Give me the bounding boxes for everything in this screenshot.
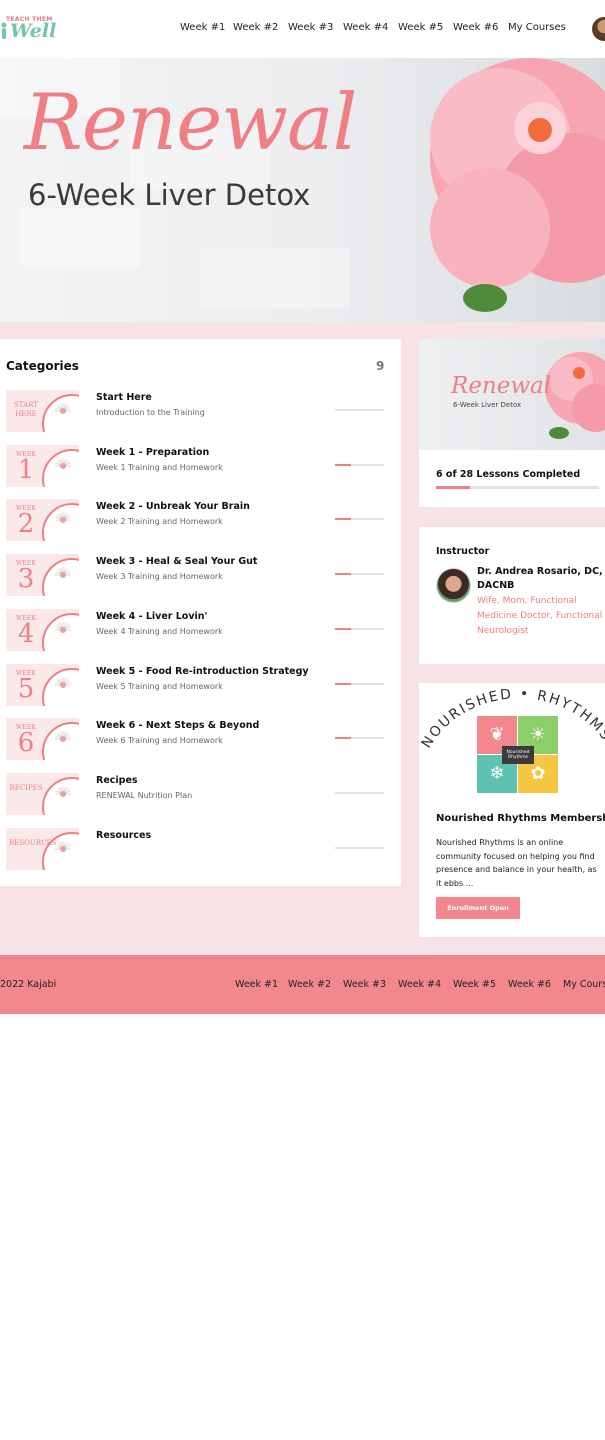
category-description: RENEWAL Nutrition Plan — [96, 790, 193, 800]
membership-logo-label: Nourished Rhythms — [502, 746, 534, 764]
category-row[interactable]: START HERE Start Here Introduction to the … — [6, 390, 396, 434]
category-progress-bar — [335, 791, 384, 794]
nav-week-1[interactable]: Week #1 — [180, 22, 225, 33]
course-image-title: Renewal — [451, 373, 552, 399]
category-progress-bar — [335, 463, 384, 466]
sunburst-icon — [55, 512, 71, 524]
category-thumbnail: WEEK 2 — [6, 499, 79, 542]
category-description: Introduction to the Training — [96, 408, 205, 417]
site-logo[interactable]: TEACH THEM Well — [0, 14, 60, 44]
user-avatar[interactable] — [592, 17, 605, 41]
sunburst-icon — [55, 621, 71, 633]
nav-my-courses[interactable]: My Courses — [508, 22, 566, 33]
lessons-completed-label: 6 of 28 Lessons Completed — [436, 469, 581, 480]
category-name: Week 3 - Heal & Seal Your Gut — [96, 556, 258, 568]
category-row[interactable]: WEEK 5 Week 5 - Food Re-introduction Strat… — [6, 663, 396, 708]
category-description: Week 2 Training and Homework — [96, 517, 223, 527]
categories-count: 9 — [376, 359, 385, 373]
sunburst-icon — [55, 840, 71, 852]
category-progress-bar — [335, 409, 384, 411]
category-progress-bar — [335, 627, 384, 630]
category-progress-bar — [335, 573, 384, 576]
sunburst-icon — [55, 457, 71, 469]
course-image: Renewal 6-Week Liver Detox — [419, 339, 605, 450]
category-row[interactable]: WEEK 4 Week 4 - Liver Lovin' Week 4 Trainin… — [6, 608, 396, 653]
category-thumbnail: WEEK 5 — [6, 663, 79, 706]
category-name: Week 2 - Unbreak Your Brain — [96, 501, 250, 513]
nav-week-3[interactable]: Week #3 — [288, 22, 333, 33]
category-thumbnail: WEEK 3 — [6, 554, 79, 597]
category-name: Week 5 - Food Re-introduction Strategy — [96, 665, 309, 677]
instructor-photo — [436, 568, 471, 603]
nav-week-4[interactable]: Week #4 — [343, 22, 388, 33]
enrollment-open-button[interactable]: Enrollment Open — [436, 897, 520, 919]
category-progress-bar — [335, 518, 384, 521]
category-name: Week 6 - Next Steps & Beyond — [96, 720, 260, 732]
membership-title: Nourished Rhythms Membership — [436, 813, 605, 824]
footer-nav-week-2[interactable]: Week #2 — [288, 979, 331, 990]
course-progress-bar — [436, 486, 599, 489]
logo-big-text: Well — [10, 20, 57, 42]
membership-logo: ❦ ☀ ❄ ✿ Nourished Rhythms — [477, 716, 559, 794]
footer-nav-week-1[interactable]: Week #1 — [235, 979, 278, 990]
categories-panel: Categories 9 START HERE Start Here Introdu… — [0, 339, 401, 886]
peony-image — [430, 58, 605, 312]
membership-description: Nourished Rhythms is an online community… — [436, 838, 597, 888]
category-description: Week 4 Training and Homework — [96, 626, 223, 636]
category-row[interactable]: RESOURCES Resources — [6, 827, 396, 872]
category-thumbnail: WEEK 4 — [6, 608, 79, 651]
course-progress-card[interactable]: Renewal 6-Week Liver Detox 6 of 28 Lesso… — [419, 339, 605, 507]
category-name: Week 4 - Liver Lovin' — [96, 610, 208, 622]
hero-title: Renewal — [24, 78, 357, 168]
instructor-card: Instructor Dr. Andrea Rosario, DC, DACNB… — [419, 527, 605, 664]
instructor-heading: Instructor — [436, 546, 490, 557]
footer-nav-week-4[interactable]: Week #4 — [398, 979, 441, 990]
footer-nav-week-3[interactable]: Week #3 — [343, 979, 386, 990]
category-row[interactable]: WEEK 6 Week 6 - Next Steps & Beyond Week 6 … — [6, 718, 396, 762]
category-progress-bar — [335, 846, 384, 849]
category-thumbnail: START HERE — [6, 390, 79, 432]
category-progress-bar — [335, 737, 384, 740]
sunburst-icon — [55, 403, 71, 414]
nav-week-6[interactable]: Week #6 — [453, 22, 498, 33]
category-row[interactable]: RECIPES Recipes RENEWAL Nutrition Plan — [6, 772, 396, 817]
instructor-name: Dr. Andrea Rosario, DC, DACNB — [477, 566, 603, 591]
category-thumbnail: RECIPES — [6, 772, 79, 815]
category-name: Start Here — [96, 392, 152, 403]
category-description: Week 5 Training and Homework — [96, 681, 223, 691]
sunburst-icon — [55, 731, 71, 743]
category-name: Week 1 - Preparation — [96, 446, 210, 458]
category-row[interactable]: WEEK 1 Week 1 - Preparation Week 1 Training… — [6, 444, 396, 489]
hero-banner: Renewal 6-Week Liver Detox — [0, 58, 605, 322]
course-image-subtitle: 6-Week Liver Detox — [453, 401, 522, 409]
membership-card[interactable]: NOURISHED • RHYTHMS ❦ ☀ ❄ ✿ Nourished Rh… — [419, 683, 605, 937]
site-header: TEACH THEM Well Week #1 Week #2 Week #3 … — [0, 0, 605, 58]
category-row[interactable]: WEEK 2 Week 2 - Unbreak Your Brain Week 2 T… — [6, 499, 396, 543]
category-name: Recipes — [96, 774, 138, 786]
copyright-text: 2022 Kajabi — [0, 979, 57, 990]
category-thumbnail: RESOURCES — [6, 827, 79, 870]
hero-subtitle: 6-Week Liver Detox — [28, 178, 311, 212]
category-progress-bar — [335, 682, 384, 685]
site-footer: 2022 Kajabi Week #1 Week #2 Week #3 Week… — [0, 955, 605, 1014]
sunburst-icon — [55, 676, 71, 688]
sunburst-icon — [55, 567, 71, 579]
person-icon — [1, 22, 7, 39]
category-name: Resources — [96, 829, 152, 841]
category-thumbnail: WEEK 6 — [6, 718, 79, 761]
footer-nav-week-5[interactable]: Week #5 — [453, 979, 496, 990]
category-row[interactable]: WEEK 3 Week 3 - Heal & Seal Your Gut Week 3… — [6, 554, 396, 598]
nav-week-5[interactable]: Week #5 — [398, 22, 443, 33]
sunburst-icon — [55, 785, 71, 797]
instructor-bio: Wife, Mom, Functional Medicine Doctor, F… — [477, 596, 603, 636]
categories-title: Categories — [6, 359, 79, 373]
category-thumbnail: WEEK 1 — [6, 444, 79, 487]
category-description: Week 6 Training and Homework — [96, 736, 223, 746]
nav-week-2[interactable]: Week #2 — [233, 22, 278, 33]
category-description: Week 3 Training and Homework — [96, 572, 223, 582]
footer-nav-my-courses[interactable]: My Courses — [563, 979, 605, 990]
category-description: Week 1 Training and Homework — [96, 462, 223, 472]
footer-nav-week-6[interactable]: Week #6 — [508, 979, 551, 990]
